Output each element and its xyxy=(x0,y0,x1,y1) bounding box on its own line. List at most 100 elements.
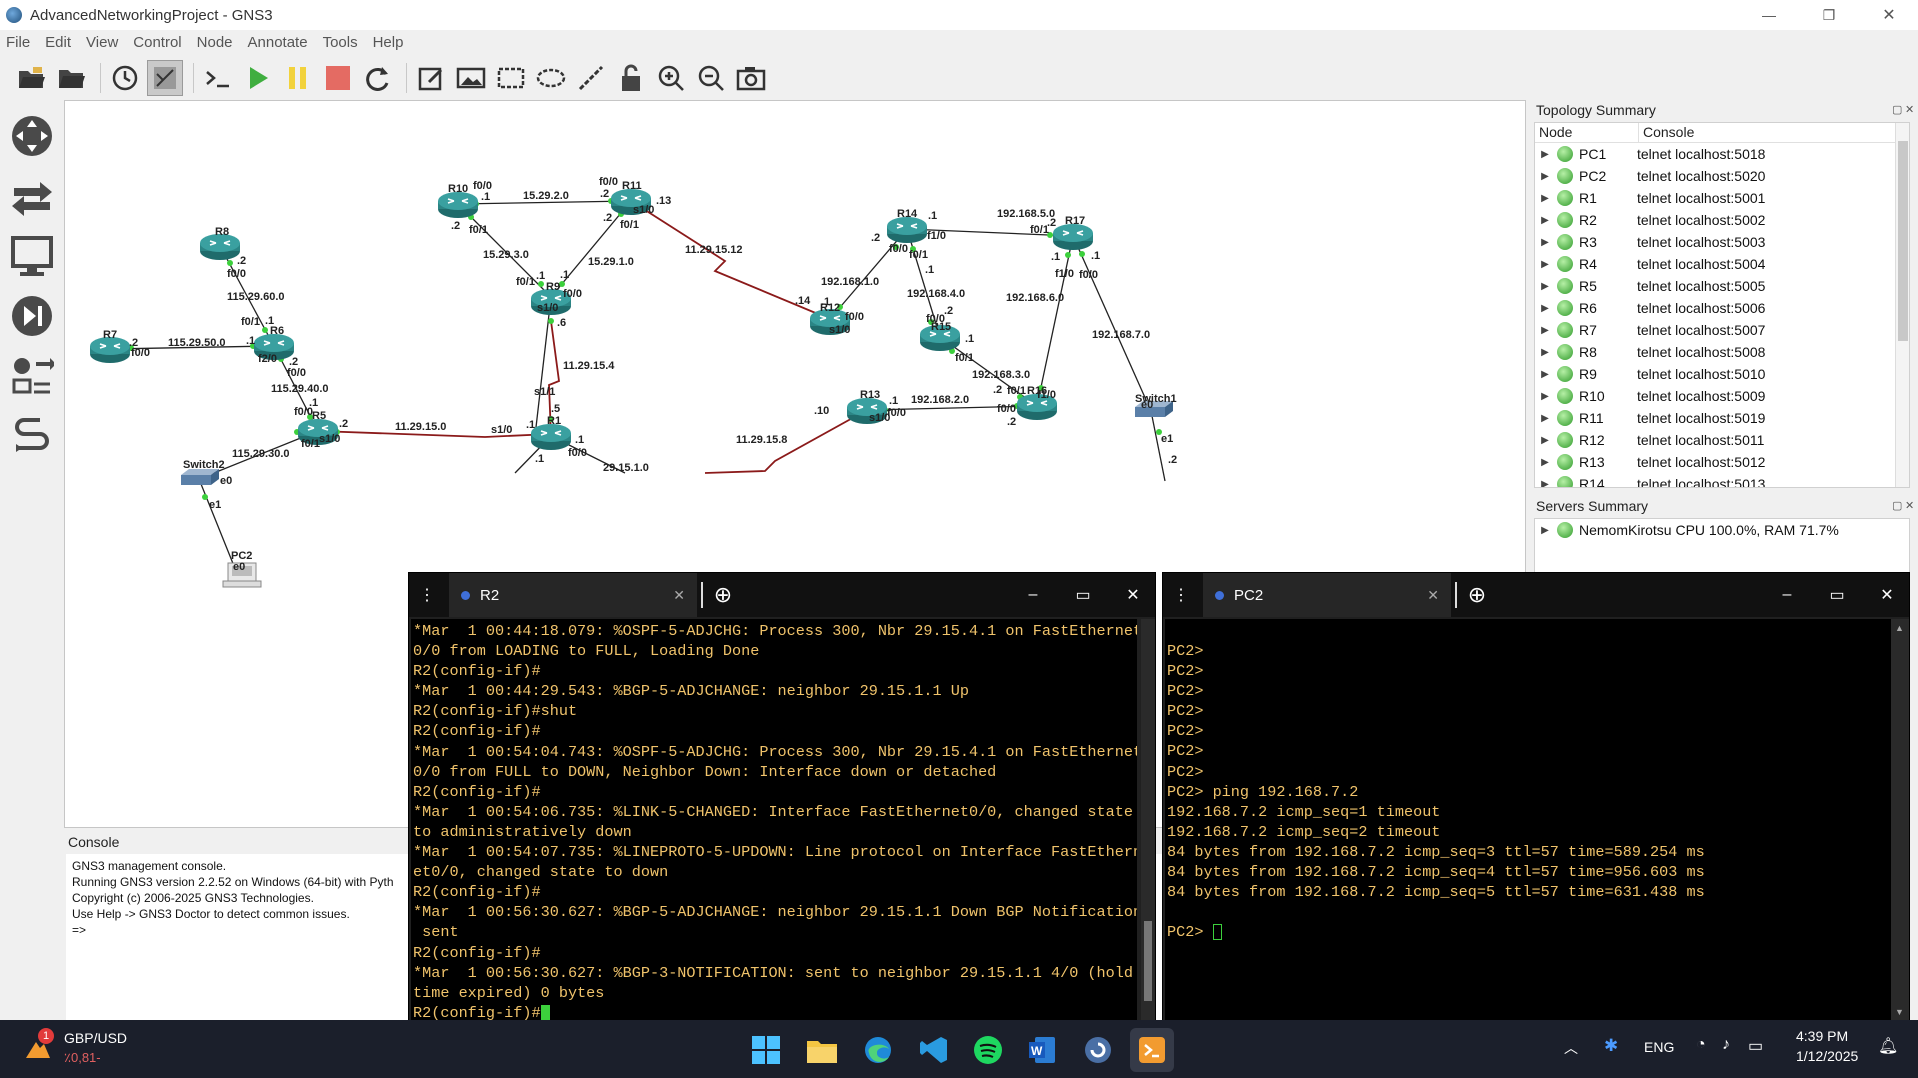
close-button[interactable]: ✕ xyxy=(1866,0,1912,30)
spotify-icon[interactable] xyxy=(966,1028,1010,1072)
zoom-in-icon[interactable] xyxy=(653,60,689,96)
pc2-console-output[interactable]: PC2> PC2> PC2> PC2> PC2> PC2> PC2> PC2> ping 19… xyxy=(1165,619,1891,1021)
ellipse-icon[interactable] xyxy=(533,60,569,96)
router-R15[interactable]: R15 xyxy=(919,321,961,352)
expand-arrow-icon[interactable]: ▶ xyxy=(1535,369,1555,380)
browse-all-devices-icon[interactable] xyxy=(8,352,56,400)
column-console[interactable]: Console xyxy=(1639,123,1909,142)
expand-arrow-icon[interactable]: ▶ xyxy=(1535,413,1555,424)
tab-pc2[interactable]: PC2 ✕ xyxy=(1203,573,1451,617)
tray-chevron-icon[interactable]: ︿ xyxy=(1564,1038,1578,1058)
stop-icon[interactable] xyxy=(320,60,356,96)
tab-r2[interactable]: R2 ✕ xyxy=(449,573,697,617)
open-folder-icon[interactable] xyxy=(54,60,90,96)
terminal-maximize-icon[interactable]: ▭ xyxy=(1817,573,1857,617)
terminal-close-icon[interactable]: ✕ xyxy=(1867,573,1907,617)
node-row-r11[interactable]: ▶ R11 telnet localhost:5019 xyxy=(1535,407,1909,429)
file-explorer-icon[interactable] xyxy=(800,1028,844,1072)
scrollbar-thumb[interactable] xyxy=(1898,141,1908,341)
open-project-icon[interactable] xyxy=(14,60,50,96)
line-icon[interactable] xyxy=(573,60,609,96)
new-tab-icon[interactable]: ⊕ xyxy=(703,573,743,617)
server-row[interactable]: ▶ NemomKirotsu CPU 100.0%, RAM 71.7% xyxy=(1535,519,1909,541)
node-row-r10[interactable]: ▶ R10 telnet localhost:5009 xyxy=(1535,385,1909,407)
menu-control[interactable]: Control xyxy=(133,34,181,51)
expand-arrow-icon[interactable]: ▶ xyxy=(1535,479,1555,488)
terminal-window-r2[interactable]: ⋮ R2 ✕ ⊕ – ▭ ✕ *Mar 1 00:44:18.079: %OSP… xyxy=(408,572,1156,1022)
node-row-r7[interactable]: ▶ R7 telnet localhost:5007 xyxy=(1535,319,1909,341)
new-tab-icon[interactable]: ⊕ xyxy=(1457,573,1497,617)
router-R10[interactable]: R10 xyxy=(437,183,479,219)
router-R17[interactable]: R17 xyxy=(1052,215,1094,251)
minimize-button[interactable]: — xyxy=(1746,0,1792,30)
suspend-icon[interactable] xyxy=(280,60,316,96)
topology-summary-scrollbar[interactable] xyxy=(1895,123,1909,487)
node-row-r4[interactable]: ▶ R4 telnet localhost:5004 xyxy=(1535,253,1909,275)
expand-arrow-icon[interactable]: ▶ xyxy=(1535,171,1555,182)
expand-arrow-icon[interactable]: ▶ xyxy=(1535,435,1555,446)
pc2-scrollbar[interactable]: ▲ ▼ xyxy=(1891,619,1909,1021)
expand-arrow-icon[interactable]: ▶ xyxy=(1535,347,1555,358)
float-panel-icon[interactable]: ▢ xyxy=(1892,103,1902,116)
notification-bell-icon[interactable]: 🔔︎ xyxy=(1878,1036,1898,1056)
menu-node[interactable]: Node xyxy=(197,34,233,51)
tab-close-icon[interactable]: ✕ xyxy=(673,587,685,604)
terminal-menu-icon[interactable]: ⋮ xyxy=(1163,573,1199,617)
terminal-close-icon[interactable]: ✕ xyxy=(1113,573,1153,617)
clock-time[interactable]: 4:39 PM xyxy=(1796,1028,1848,1044)
start-menu-icon[interactable] xyxy=(744,1028,788,1072)
screenshot-icon[interactable] xyxy=(733,60,769,96)
node-row-r2[interactable]: ▶ R2 telnet localhost:5002 xyxy=(1535,209,1909,231)
vscode-icon[interactable] xyxy=(912,1028,956,1072)
node-row-pc2[interactable]: ▶ PC2 telnet localhost:5020 xyxy=(1535,165,1909,187)
expand-arrow-icon[interactable]: ▶ xyxy=(1535,525,1555,536)
terminal-maximize-icon[interactable]: ▭ xyxy=(1063,573,1103,617)
show-interfaces-icon[interactable] xyxy=(147,60,183,96)
terminal-minimize-icon[interactable]: – xyxy=(1767,573,1807,617)
tab-close-icon[interactable]: ✕ xyxy=(1427,587,1439,604)
node-row-r9[interactable]: ▶ R9 telnet localhost:5010 xyxy=(1535,363,1909,385)
start-icon[interactable] xyxy=(240,60,276,96)
expand-arrow-icon[interactable]: ▶ xyxy=(1535,237,1555,248)
expand-arrow-icon[interactable]: ▶ xyxy=(1535,149,1555,160)
r2-console-output[interactable]: *Mar 1 00:44:18.079: %OSPF-5-ADJCHG: Pro… xyxy=(411,619,1137,1021)
router-R14[interactable]: R14 xyxy=(886,208,928,244)
clock-date[interactable]: 1/12/2025 xyxy=(1796,1048,1858,1064)
menu-help[interactable]: Help xyxy=(373,34,404,51)
r2-scrollbar[interactable] xyxy=(1141,619,1155,1021)
browse-end-devices-icon[interactable] xyxy=(8,232,56,280)
bluetooth-icon[interactable]: ✱ xyxy=(1604,1036,1618,1056)
node-row-r5[interactable]: ▶ R5 telnet localhost:5005 xyxy=(1535,275,1909,297)
expand-arrow-icon[interactable]: ▶ xyxy=(1535,391,1555,402)
expand-arrow-icon[interactable]: ▶ xyxy=(1535,193,1555,204)
terminal-window-pc2[interactable]: ⋮ PC2 ✕ ⊕ – ▭ ✕ PC2> PC2> PC2> PC2> PC2> PC2>… xyxy=(1162,572,1910,1022)
node-row-r14[interactable]: ▶ R14 telnet localhost:5013 xyxy=(1535,473,1909,488)
column-node[interactable]: Node xyxy=(1535,123,1639,142)
float-panel-icon[interactable]: ▢ xyxy=(1892,499,1902,512)
note-icon[interactable] xyxy=(413,60,449,96)
expand-arrow-icon[interactable]: ▶ xyxy=(1535,259,1555,270)
zoom-out-icon[interactable] xyxy=(693,60,729,96)
node-row-r1[interactable]: ▶ R1 telnet localhost:5001 xyxy=(1535,187,1909,209)
terminal-menu-icon[interactable]: ⋮ xyxy=(409,573,445,617)
browse-routers-icon[interactable] xyxy=(8,112,56,160)
edge-browser-icon[interactable] xyxy=(856,1028,900,1072)
language-indicator[interactable]: ENG xyxy=(1644,1039,1674,1055)
maximize-button[interactable]: ❐ xyxy=(1806,0,1852,30)
node-row-r3[interactable]: ▶ R3 telnet localhost:5003 xyxy=(1535,231,1909,253)
close-panel-icon[interactable]: ✕ xyxy=(1905,103,1914,116)
menu-annotate[interactable]: Annotate xyxy=(248,34,308,51)
volume-icon[interactable]: ♪ xyxy=(1722,1036,1730,1054)
reload-icon[interactable] xyxy=(360,60,396,96)
terminal-app-icon[interactable] xyxy=(1130,1028,1174,1072)
node-row-pc1[interactable]: ▶ PC1 telnet localhost:5018 xyxy=(1535,143,1909,165)
snapshot-icon[interactable] xyxy=(107,60,143,96)
console-all-icon[interactable] xyxy=(200,60,236,96)
add-link-icon[interactable] xyxy=(8,412,56,460)
router-R7[interactable]: R7 xyxy=(89,329,131,364)
expand-arrow-icon[interactable]: ▶ xyxy=(1535,325,1555,336)
menu-edit[interactable]: Edit xyxy=(45,34,71,51)
expand-arrow-icon[interactable]: ▶ xyxy=(1535,303,1555,314)
lock-icon[interactable] xyxy=(613,60,649,96)
browse-switches-icon[interactable] xyxy=(8,172,56,220)
